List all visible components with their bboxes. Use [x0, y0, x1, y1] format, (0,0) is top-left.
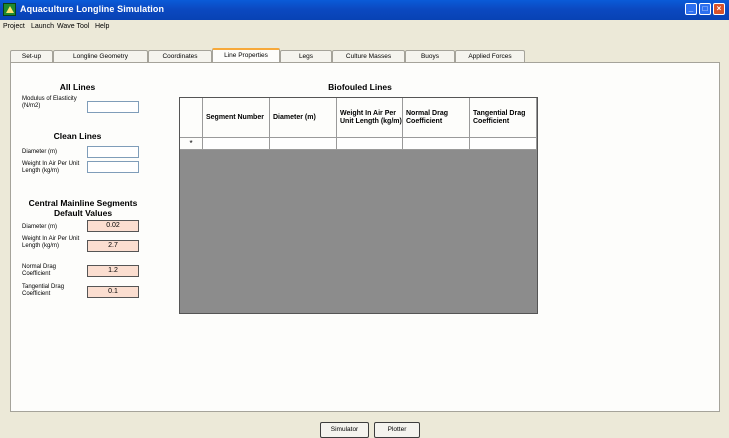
clean-weight-input[interactable]: [87, 161, 139, 173]
menu-help[interactable]: Help: [95, 23, 109, 30]
cell-tangential-drag[interactable]: [470, 138, 537, 150]
cell-segment-number[interactable]: [203, 138, 270, 150]
cell-diameter[interactable]: [270, 138, 337, 150]
cell-normal-drag[interactable]: [403, 138, 470, 150]
cell-weight[interactable]: [337, 138, 403, 150]
table-row[interactable]: *: [180, 138, 537, 150]
clean-diameter-input[interactable]: [87, 146, 139, 158]
central-weight-value[interactable]: 2.7: [87, 240, 139, 252]
simulator-button[interactable]: Simulator: [320, 422, 369, 438]
clean-weight-label: Weight In Air Per Unit Length (kg/m): [22, 161, 80, 174]
biofouled-lines-heading: Biofouled Lines: [328, 82, 392, 92]
title-bar: Aquaculture Longline Simulation _ □ ×: [0, 0, 729, 20]
menu-bar: Project Launch Wave Tool Help: [0, 20, 729, 34]
modulus-label: Modulus of Elasticity (N/m2): [22, 96, 77, 109]
grid-corner-header: [180, 98, 203, 138]
new-row-marker[interactable]: *: [180, 138, 203, 150]
column-header-segment-number[interactable]: Segment Number: [203, 98, 270, 138]
menu-project[interactable]: Project: [3, 23, 25, 30]
tangential-drag-label: Tangential Drag Coefficient: [22, 284, 65, 297]
tab-line-properties[interactable]: Line Properties: [212, 48, 280, 62]
tab-longline-geometry[interactable]: Longline Geometry: [53, 50, 148, 62]
all-lines-heading: All Lines: [59, 82, 96, 92]
column-header-weight[interactable]: Weight In Air Per Unit Length (kg/m): [337, 98, 403, 138]
clean-diameter-label: Diameter (m): [22, 149, 58, 155]
tab-coordinates[interactable]: Coordinates: [148, 50, 212, 62]
central-diameter-value[interactable]: 0.02: [87, 220, 139, 232]
tangential-drag-value[interactable]: 0.1: [87, 286, 139, 298]
window-title: Aquaculture Longline Simulation: [20, 4, 165, 14]
default-values-heading: Default Values: [53, 208, 113, 218]
minimize-icon[interactable]: _: [685, 3, 697, 15]
central-diameter-label: Diameter (m): [22, 224, 58, 230]
normal-drag-value[interactable]: 1.2: [87, 265, 139, 277]
app-icon: [3, 3, 16, 16]
central-weight-label: Weight In Air Per Unit Length (kg/m): [22, 236, 80, 249]
menu-launch[interactable]: Launch: [31, 23, 54, 30]
central-mainline-heading: Central Mainline Segments: [28, 198, 138, 208]
normal-drag-label: Normal Drag Coefficient: [22, 264, 57, 277]
column-header-normal-drag[interactable]: Normal Drag Coefficient: [403, 98, 470, 138]
modulus-input[interactable]: [87, 101, 139, 113]
maximize-icon[interactable]: □: [699, 3, 711, 15]
tab-legs[interactable]: Legs: [280, 50, 332, 62]
menu-wave-tool[interactable]: Wave Tool: [57, 23, 89, 30]
tab-culture-masses[interactable]: Culture Masses: [332, 50, 405, 62]
tab-applied-forces[interactable]: Applied Forces: [455, 50, 525, 62]
grid-header: Segment Number Diameter (m) Weight In Ai…: [180, 98, 537, 138]
plotter-button[interactable]: Plotter: [374, 422, 420, 438]
tab-buoys[interactable]: Buoys: [405, 50, 455, 62]
tab-set-up[interactable]: Set-up: [10, 50, 53, 62]
clean-lines-heading: Clean Lines: [53, 131, 102, 141]
column-header-tangential-drag[interactable]: Tangential Drag Coefficient: [470, 98, 537, 138]
close-icon[interactable]: ×: [713, 3, 725, 15]
column-header-diameter[interactable]: Diameter (m): [270, 98, 337, 138]
biofouled-lines-grid[interactable]: Segment Number Diameter (m) Weight In Ai…: [179, 97, 538, 314]
